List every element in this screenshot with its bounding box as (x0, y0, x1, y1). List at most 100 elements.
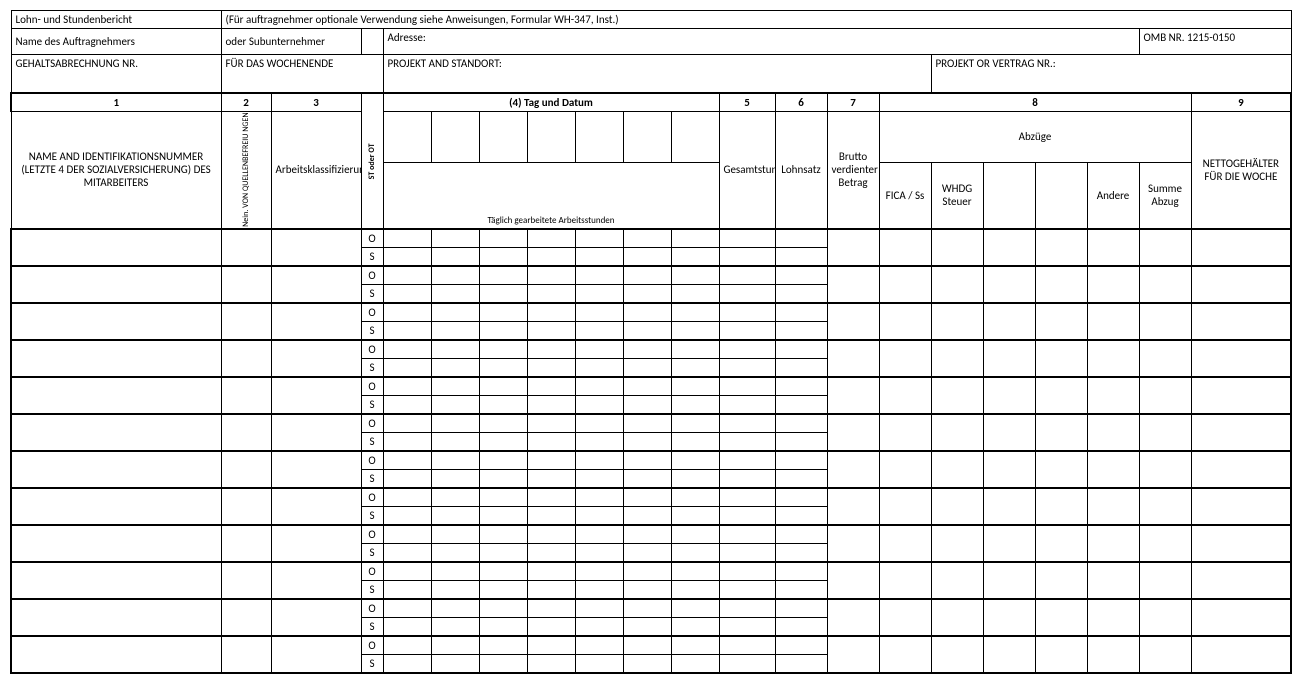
cell-day[interactable] (575, 340, 623, 359)
cell-deduction[interactable] (879, 377, 931, 414)
cell-deduction[interactable] (1035, 599, 1087, 636)
cell-day[interactable] (671, 358, 719, 377)
cell-gross[interactable] (827, 377, 879, 414)
cell-day[interactable] (527, 525, 575, 544)
cell-total[interactable] (719, 358, 775, 377)
cell-total[interactable] (719, 284, 775, 303)
cell-day[interactable] (575, 284, 623, 303)
cell-deduction[interactable] (931, 229, 983, 266)
cell-deduction[interactable] (1087, 229, 1139, 266)
cell-deduction[interactable] (931, 451, 983, 488)
cell-day[interactable] (383, 395, 431, 414)
cell-deduction[interactable] (983, 229, 1035, 266)
cell-day[interactable] (671, 599, 719, 618)
cell-deduction[interactable] (983, 340, 1035, 377)
cell-exempt[interactable] (221, 488, 271, 525)
cell-day[interactable] (575, 562, 623, 581)
cell-classification[interactable] (271, 488, 361, 525)
cell-total[interactable] (719, 488, 775, 507)
cell-rate[interactable] (775, 580, 827, 599)
cell-day[interactable] (479, 229, 527, 248)
cell-rate[interactable] (775, 451, 827, 470)
cell-deduction[interactable] (879, 414, 931, 451)
cell-day[interactable] (431, 580, 479, 599)
cell-deduction[interactable] (983, 303, 1035, 340)
cell-deduction[interactable] (879, 562, 931, 599)
cell-net[interactable] (1191, 414, 1291, 451)
cell-rate[interactable] (775, 432, 827, 451)
cell-day[interactable] (623, 562, 671, 581)
cell-day[interactable] (527, 358, 575, 377)
cell-exempt[interactable] (221, 525, 271, 562)
cell-day[interactable] (383, 617, 431, 636)
cell-deduction[interactable] (1035, 562, 1087, 599)
cell-exempt[interactable] (221, 340, 271, 377)
cell-deduction[interactable] (1139, 488, 1191, 525)
cell-net[interactable] (1191, 525, 1291, 562)
cell-day[interactable] (383, 321, 431, 340)
cell-day[interactable] (671, 562, 719, 581)
cell-day[interactable] (479, 377, 527, 396)
cell-day[interactable] (431, 543, 479, 562)
cell-day[interactable] (479, 358, 527, 377)
cell-deduction[interactable] (1035, 340, 1087, 377)
cell-day[interactable] (575, 414, 623, 433)
cell-deduction[interactable] (879, 451, 931, 488)
cell-day[interactable] (383, 284, 431, 303)
cell-deduction[interactable] (1035, 525, 1087, 562)
cell-day[interactable] (671, 432, 719, 451)
cell-deduction[interactable] (879, 229, 931, 266)
cell-total[interactable] (719, 432, 775, 451)
cell-day[interactable] (479, 469, 527, 488)
cell-deduction[interactable] (983, 414, 1035, 451)
table-row[interactable] (11, 451, 221, 488)
cell-gross[interactable] (827, 562, 879, 599)
cell-day[interactable] (527, 636, 575, 655)
cell-total[interactable] (719, 266, 775, 285)
cell-day[interactable] (479, 488, 527, 507)
cell-rate[interactable] (775, 266, 827, 285)
cell-net[interactable] (1191, 340, 1291, 377)
cell-deduction[interactable] (983, 562, 1035, 599)
cell-day[interactable] (479, 599, 527, 618)
cell-deduction[interactable] (1035, 488, 1087, 525)
cell-total[interactable] (719, 469, 775, 488)
cell-day[interactable] (575, 506, 623, 525)
table-row[interactable] (11, 303, 221, 340)
cell-day[interactable] (623, 395, 671, 414)
cell-classification[interactable] (271, 636, 361, 673)
cell-gross[interactable] (827, 414, 879, 451)
table-row[interactable] (11, 229, 221, 266)
cell-day[interactable] (383, 580, 431, 599)
cell-day[interactable] (431, 414, 479, 433)
cell-day[interactable] (383, 562, 431, 581)
table-row[interactable] (11, 377, 221, 414)
cell-rate[interactable] (775, 525, 827, 544)
cell-rate[interactable] (775, 506, 827, 525)
cell-day[interactable] (431, 599, 479, 618)
cell-total[interactable] (719, 247, 775, 266)
cell-deduction[interactable] (1087, 377, 1139, 414)
cell-deduction[interactable] (931, 414, 983, 451)
cell-deduction[interactable] (931, 340, 983, 377)
cell-total[interactable] (719, 599, 775, 618)
cell-deduction[interactable] (1139, 303, 1191, 340)
cell-day[interactable] (575, 636, 623, 655)
cell-day[interactable] (527, 395, 575, 414)
cell-net[interactable] (1191, 562, 1291, 599)
cell-day[interactable] (575, 617, 623, 636)
cell-day[interactable] (575, 599, 623, 618)
cell-day[interactable] (383, 525, 431, 544)
cell-day[interactable] (575, 654, 623, 673)
cell-rate[interactable] (775, 358, 827, 377)
cell-day[interactable] (671, 321, 719, 340)
cell-day[interactable] (671, 654, 719, 673)
cell-deduction[interactable] (931, 303, 983, 340)
cell-rate[interactable] (775, 284, 827, 303)
cell-rate[interactable] (775, 599, 827, 618)
cell-day[interactable] (575, 303, 623, 322)
table-row[interactable] (11, 414, 221, 451)
cell-deduction[interactable] (879, 599, 931, 636)
cell-day[interactable] (575, 266, 623, 285)
cell-net[interactable] (1191, 266, 1291, 303)
